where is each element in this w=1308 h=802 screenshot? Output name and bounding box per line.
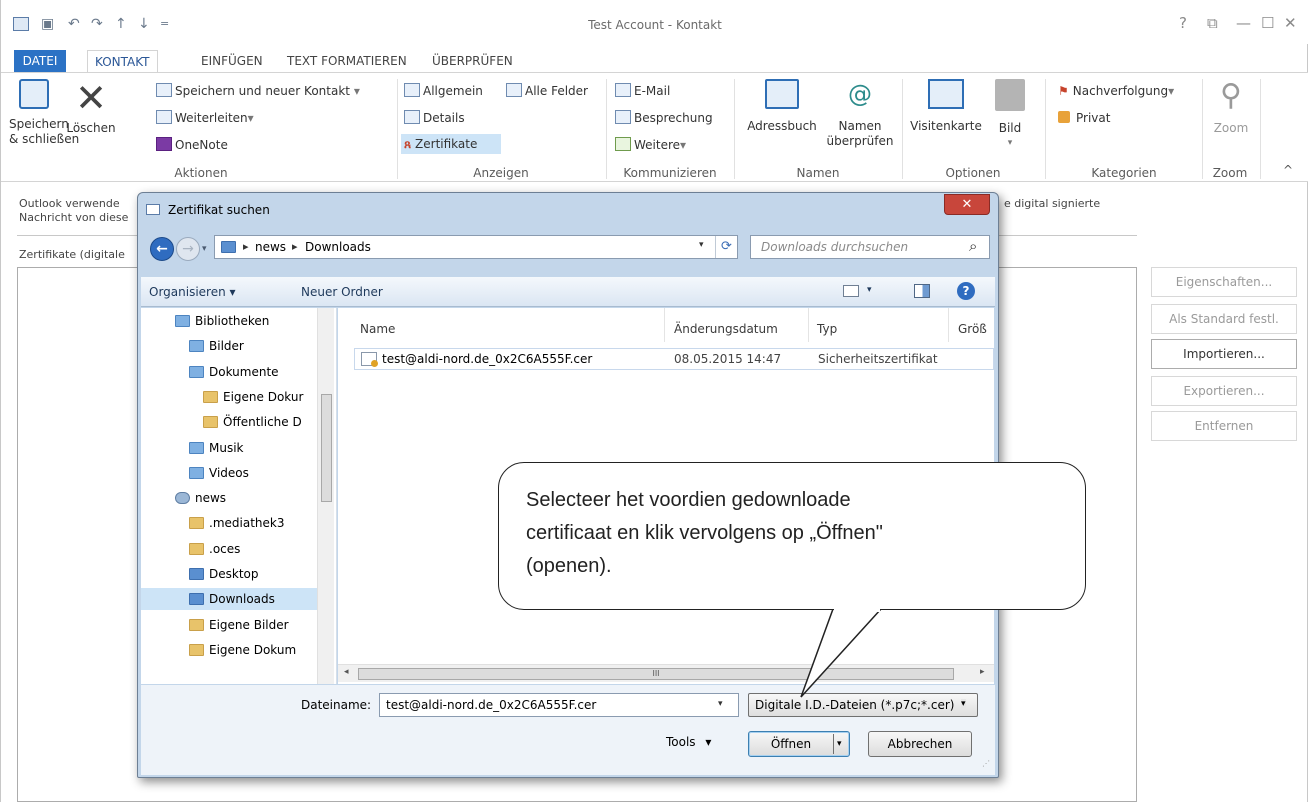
callout-pointer bbox=[800, 608, 882, 698]
outlook-contact-window: ▣ ↶ ↷ ↑ ↓ = Test Account - Kontakt ? ⧉ —… bbox=[0, 0, 1308, 802]
callout-line: Selecteer het voordien gedownloade bbox=[526, 489, 851, 511]
callout-line: certificaat en klik vervolgens op „Öffne… bbox=[526, 522, 883, 544]
callout-line: (openen). bbox=[526, 555, 612, 577]
callout-text: Selecteer het voordien gedownloade certi… bbox=[526, 484, 1066, 583]
callout-gap bbox=[834, 606, 880, 612]
